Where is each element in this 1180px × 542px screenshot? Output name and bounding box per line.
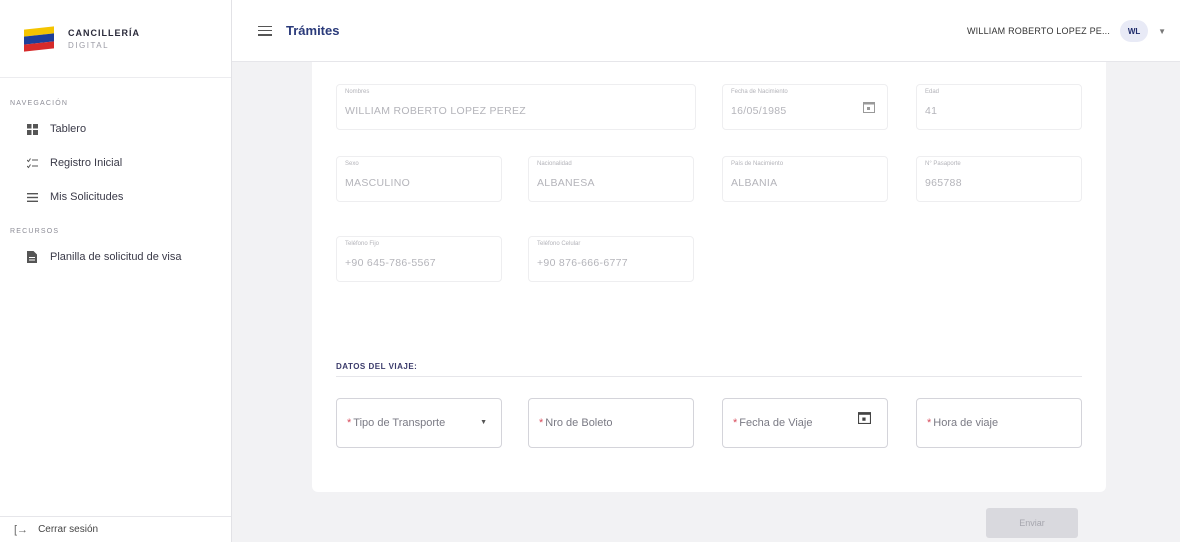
edad-value: 41 [925, 105, 938, 117]
brand-subtitle: DIGITAL [68, 40, 110, 50]
fecha-nacimiento-value: 16/05/1985 [731, 105, 787, 117]
dashboard-icon [26, 123, 38, 135]
required-mark: * [733, 417, 738, 429]
tipo-transporte-placeholder: Tipo de Transporte [353, 417, 446, 429]
fecha-viaje-placeholder: Fecha de Viaje [739, 417, 813, 429]
sidebar-item-label: Registro Inicial [50, 157, 123, 169]
tipo-transporte-select[interactable]: * Tipo de Transporte ▼ [336, 398, 502, 448]
section-title-datos-viaje: DATOS DEL VIAJE: [336, 362, 418, 371]
fecha-nacimiento-label: Fecha de Nacimiento [731, 89, 788, 95]
brand[interactable]: CANCILLERÍA DIGITAL [0, 0, 231, 78]
sidebar-item-planilla-visa[interactable]: Planilla de solicitud de visa [0, 240, 231, 274]
pasaporte-value: 965788 [925, 177, 962, 189]
top-bar: Trámites WILLIAM ROBERTO LOPEZ PE... WL … [232, 0, 1180, 62]
pais-nacimiento-field[interactable]: País de Nacimiento ALBANIA [722, 156, 888, 202]
hamburger-menu-icon[interactable] [258, 25, 272, 36]
telefono-celular-field[interactable]: Teléfono Celular +90 876-666-6777 [528, 236, 694, 282]
checklist-icon [26, 157, 38, 169]
brand-title: CANCILLERÍA [68, 27, 140, 38]
page-title: Trámites [286, 23, 340, 38]
sidebar-item-label: Mis Solicitudes [50, 191, 124, 203]
calendar-icon[interactable] [858, 411, 871, 424]
pasaporte-label: N° Pasaporte [925, 161, 961, 167]
edad-field[interactable]: Edad 41 [916, 84, 1082, 130]
fecha-viaje-input[interactable]: * Fecha de Viaje [722, 398, 888, 448]
edad-label: Edad [925, 89, 940, 95]
sidebar-item-label: Planilla de solicitud de visa [50, 251, 182, 263]
user-menu[interactable]: WILLIAM ROBERTO LOPEZ PE... WL ▼ [967, 0, 1166, 62]
sidebar-item-mis-solicitudes[interactable]: Mis Solicitudes [0, 180, 231, 214]
nacionalidad-value: ALBANESA [537, 177, 595, 189]
nro-boleto-input[interactable]: * Nro de Boleto [528, 398, 694, 448]
list-icon [26, 191, 38, 203]
fecha-nacimiento-field[interactable]: Fecha de Nacimiento 16/05/1985 [722, 84, 888, 130]
nombres-value: WILLIAM ROBERTO LOPEZ PEREZ [345, 105, 527, 117]
document-icon [26, 251, 38, 263]
sidebar-item-tablero[interactable]: Tablero [0, 112, 231, 146]
telefono-celular-value: +90 876-666-6777 [537, 257, 628, 269]
user-name: WILLIAM ROBERTO LOPEZ PE... [966, 26, 1111, 36]
sexo-value: MASCULINO [345, 177, 411, 189]
nombres-field[interactable]: Nombres WILLIAM ROBERTO LOPEZ PEREZ [336, 84, 696, 130]
section-label-navegacion: NAVEGACIÓN [10, 99, 69, 107]
pais-nacimiento-value: ALBANIA [731, 177, 778, 189]
pais-nacimiento-label: País de Nacimiento [731, 161, 784, 167]
logout-icon: [→ [14, 523, 29, 536]
telefono-celular-label: Teléfono Celular [537, 241, 581, 247]
flag-logo [24, 25, 54, 52]
nro-boleto-placeholder: Nro de Boleto [545, 417, 613, 429]
nacionalidad-label: Nacionalidad [537, 161, 572, 167]
calendar-icon[interactable] [863, 101, 875, 113]
nacionalidad-field[interactable]: Nacionalidad ALBANESA [528, 156, 694, 202]
sidebar-item-registro-inicial[interactable]: Registro Inicial [0, 146, 231, 180]
telefono-fijo-field[interactable]: Teléfono Fijo +90 645-786-5567 [336, 236, 502, 282]
logout-button[interactable]: [→ Cerrar sesión [0, 516, 231, 542]
telefono-fijo-value: +90 645-786-5567 [345, 257, 436, 269]
chevron-down-icon[interactable]: ▼ [1158, 27, 1166, 36]
required-mark: * [539, 417, 544, 429]
nombres-label: Nombres [345, 89, 370, 95]
hora-viaje-input[interactable]: * Hora de viaje [916, 398, 1082, 448]
required-mark: * [347, 417, 352, 429]
logout-label: Cerrar sesión [38, 524, 99, 535]
sexo-label: Sexo [345, 161, 359, 167]
section-divider [336, 376, 1082, 377]
section-label-recursos: RECURSOS [10, 227, 60, 235]
send-button[interactable]: Enviar [986, 508, 1078, 538]
pasaporte-field[interactable]: N° Pasaporte 965788 [916, 156, 1082, 202]
form-card: Nombres WILLIAM ROBERTO LOPEZ PEREZ Fech… [312, 62, 1106, 492]
hora-viaje-placeholder: Hora de viaje [933, 417, 999, 429]
required-mark: * [927, 417, 932, 429]
sidebar-item-label: Tablero [50, 123, 87, 135]
sexo-field[interactable]: Sexo MASCULINO [336, 156, 502, 202]
caret-down-icon: ▼ [480, 419, 487, 426]
telefono-fijo-label: Teléfono Fijo [345, 241, 380, 247]
avatar[interactable]: WL [1120, 20, 1149, 42]
sidebar: CANCILLERÍA DIGITAL NAVEGACIÓN Tablero R… [0, 0, 232, 542]
